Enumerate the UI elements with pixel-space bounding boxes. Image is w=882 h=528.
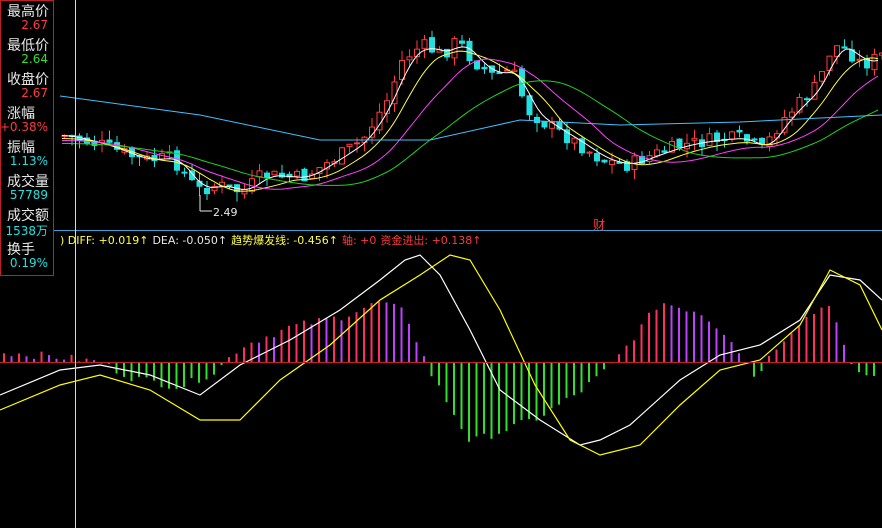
quote-value: 0.19% <box>9 256 48 270</box>
candle-body <box>534 116 540 124</box>
candle-body <box>729 131 735 140</box>
quote-info-panel: 最高价 2.67 最低价 2.64 收盘价 2.67 涨幅 +0.38% 振幅 1.13% 成交量 5… <box>0 0 54 276</box>
crosshair-cursor <box>75 0 76 528</box>
candle-body <box>346 143 353 148</box>
dea-line <box>0 254 882 456</box>
candle-body <box>204 187 210 195</box>
candle-body <box>271 170 278 176</box>
candle-body <box>294 170 300 177</box>
candle-body <box>586 151 593 154</box>
candle-body <box>601 159 608 163</box>
stock-chart <box>0 30 882 456</box>
indicator-value: 轴: +0 <box>341 234 377 247</box>
candle-body <box>406 56 413 61</box>
quote-value: 2.64 <box>21 52 48 66</box>
indicator-value: 趋势爆发线: -0.456↑ <box>231 234 338 247</box>
indicator-value: 资金进出: +0.138↑ <box>380 234 482 247</box>
candle-body <box>736 129 743 133</box>
candle-body <box>519 68 525 97</box>
candle-body <box>466 40 473 62</box>
indicator-value: DEA: -0.050↑ <box>152 234 228 247</box>
candle-body <box>264 172 270 179</box>
quote-value: +0.38% <box>0 120 48 134</box>
candle-body <box>609 159 615 165</box>
candle-body <box>106 139 113 143</box>
candle-body <box>481 66 488 70</box>
quote-value: 2.67 <box>21 86 48 100</box>
candle-body <box>459 40 465 44</box>
diff-line <box>0 254 882 446</box>
candle-body <box>706 133 713 146</box>
candle-body <box>871 53 878 71</box>
candle-body <box>526 95 533 116</box>
indicator-readout: ) DIFF: +0.019↑ DEA: -0.050↑ 趋势爆发线: -0.456… <box>60 232 486 248</box>
quote-value: 1538万 <box>5 224 48 238</box>
candle-body <box>661 150 668 153</box>
candle-body <box>226 184 233 187</box>
candle-body <box>751 138 758 141</box>
financial-event-marker[interactable]: 财 <box>593 216 605 233</box>
candle-body <box>804 98 810 101</box>
quote-value: 1.13% <box>9 154 48 168</box>
candle-body <box>339 147 345 165</box>
candle-body <box>256 170 263 178</box>
candle-body <box>691 137 698 141</box>
candle-body <box>819 71 825 82</box>
candle-body <box>429 37 435 53</box>
low-price-marker: 2.49 <box>213 206 238 219</box>
candle-body <box>354 142 360 145</box>
ma120-line <box>59 95 882 141</box>
candle-body <box>541 121 548 128</box>
candle-body <box>511 69 518 72</box>
macd-zero-line <box>0 362 882 363</box>
candle-body <box>241 189 248 195</box>
candle-body <box>181 171 188 174</box>
indicator-value: ) DIFF: +0.019↑ <box>60 234 149 247</box>
panel-divider <box>0 230 882 231</box>
quote-value: 57789 <box>9 188 48 202</box>
candle-body <box>571 137 578 144</box>
candle-body <box>594 153 600 162</box>
candle-body <box>654 149 660 157</box>
candle-body <box>421 39 428 49</box>
quote-value: 2.67 <box>21 18 48 32</box>
candle-body <box>841 46 848 49</box>
candle-body <box>676 138 683 149</box>
candle-body <box>399 59 405 80</box>
